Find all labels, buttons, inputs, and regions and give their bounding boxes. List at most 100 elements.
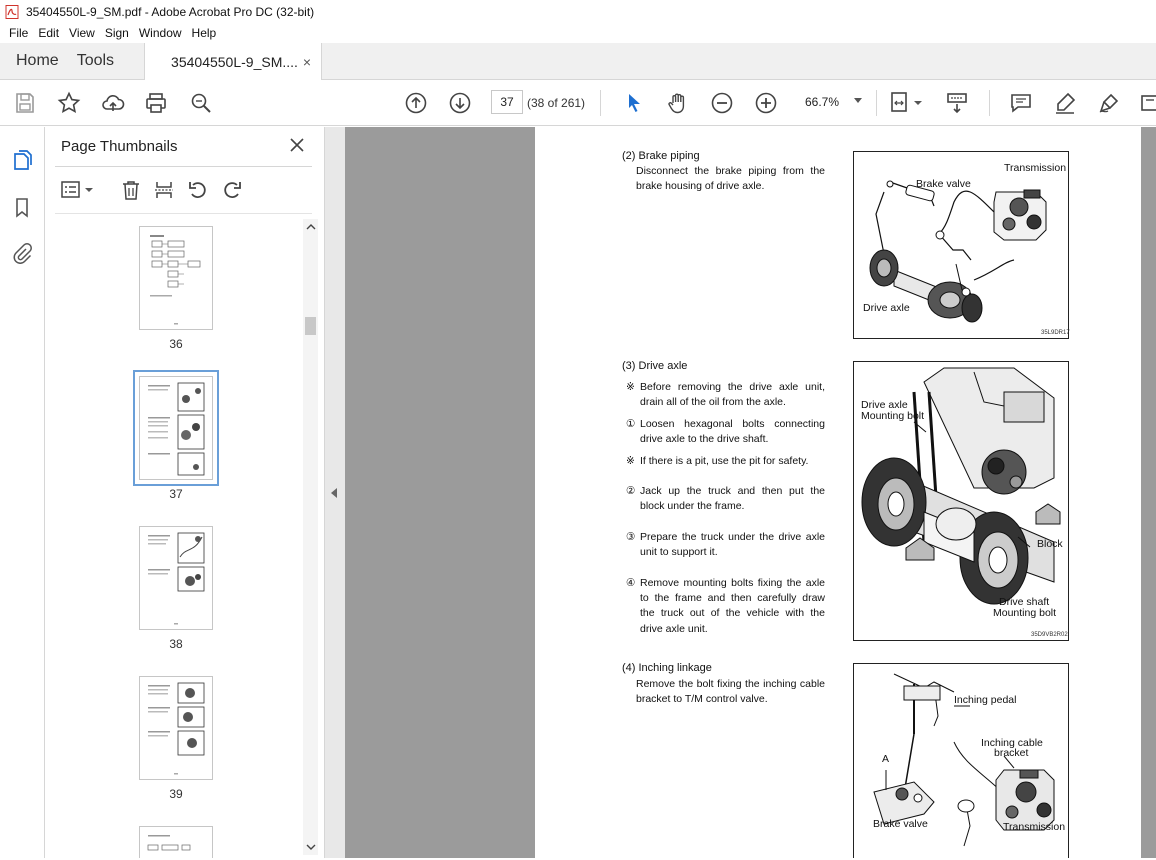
zoom-level-select[interactable]: 66.7% bbox=[796, 90, 868, 114]
menu-window[interactable]: Window bbox=[134, 26, 187, 40]
section-text: Disconnect the brake piping from the bra… bbox=[636, 165, 825, 193]
page-thumbnail-selected[interactable] bbox=[133, 370, 219, 486]
panel-divider bbox=[55, 213, 312, 214]
menu-edit[interactable]: Edit bbox=[33, 26, 64, 40]
section-title: (2) Brake piping bbox=[622, 150, 700, 162]
menu-sign[interactable]: Sign bbox=[100, 26, 134, 40]
step-text: Before removing the drive axle unit, dra… bbox=[640, 381, 825, 409]
figure-label: Inching pedal bbox=[954, 694, 1017, 706]
step-mark: ④ bbox=[626, 577, 636, 589]
figure-code: 35D9VB2R02 bbox=[1031, 632, 1068, 638]
previous-page-icon[interactable] bbox=[404, 91, 428, 115]
save-icon[interactable] bbox=[13, 91, 37, 115]
rotate-counterclockwise-icon[interactable] bbox=[187, 179, 209, 201]
page-thumbnail-preview bbox=[148, 532, 205, 625]
figure-label: Brake valve bbox=[873, 818, 928, 830]
figure-label: A bbox=[882, 753, 890, 765]
page-thumbnail[interactable] bbox=[139, 526, 213, 630]
insert-page-icon[interactable] bbox=[153, 179, 175, 201]
page-fit-icon[interactable] bbox=[890, 91, 924, 115]
step-mark: ① bbox=[626, 418, 636, 430]
brake-piping-figure: Transmission Brake valve Drive axle 35L9… bbox=[853, 151, 1070, 339]
step-mark: ※ bbox=[626, 455, 635, 467]
thumbnail-page-label: 37 bbox=[169, 487, 183, 501]
section-text: Remove the bolt fixing the inching cable… bbox=[636, 678, 825, 706]
menu-file[interactable]: File bbox=[4, 26, 33, 40]
figure-label: bracket bbox=[994, 747, 1029, 759]
find-zoom-icon[interactable] bbox=[189, 91, 213, 115]
toolbar-separator bbox=[989, 90, 990, 116]
scroll-down-icon[interactable] bbox=[306, 843, 316, 851]
page-thumbnail[interactable] bbox=[139, 826, 213, 858]
print-icon[interactable] bbox=[144, 91, 168, 115]
page-thumbnail-preview bbox=[148, 382, 205, 476]
scroll-up-icon[interactable] bbox=[306, 223, 316, 231]
hand-tool-icon[interactable] bbox=[666, 91, 690, 115]
zoom-in-icon[interactable] bbox=[754, 91, 778, 115]
highlight-pen-icon[interactable] bbox=[1053, 91, 1077, 115]
upload-cloud-icon[interactable] bbox=[101, 91, 125, 115]
page-count-label: (38 of 261) bbox=[527, 96, 586, 110]
menu-view[interactable]: View bbox=[64, 26, 100, 40]
menu-help[interactable]: Help bbox=[187, 26, 222, 40]
page-thumbnail-preview bbox=[148, 682, 205, 775]
collapse-arrow-icon bbox=[331, 488, 337, 498]
zoom-out-icon[interactable] bbox=[710, 91, 734, 115]
figure-label: Drive axle bbox=[863, 302, 910, 314]
tab-tools[interactable]: Tools bbox=[75, 43, 130, 79]
scrolling-mode-icon[interactable] bbox=[945, 91, 969, 115]
figure-label: Transmission bbox=[1004, 162, 1067, 174]
tab-home[interactable]: Home bbox=[0, 43, 75, 79]
page-thumbnails-panel: Page Thumbnails 36 37 38 39 bbox=[45, 127, 325, 858]
tab-bar: Home Tools 35404550L-9_SM.... × bbox=[0, 43, 1156, 81]
tab-document[interactable]: 35404550L-9_SM.... × bbox=[144, 43, 323, 81]
section-title: (4) Inching linkage bbox=[622, 662, 712, 674]
acrobat-app-icon bbox=[5, 4, 19, 19]
close-icon[interactable] bbox=[288, 136, 306, 154]
step-text: Remove mounting bolts fixing the axle to… bbox=[640, 577, 825, 635]
page-thumbnails-icon[interactable] bbox=[11, 149, 33, 171]
step-text: Jack up the truck and then put the block… bbox=[640, 485, 825, 513]
chevron-down-icon bbox=[854, 98, 862, 103]
step-text: If there is a pit, use the pit for safet… bbox=[640, 455, 809, 467]
inching-linkage-figure: Inching pedal Inching cable bracket A Br… bbox=[853, 663, 1069, 858]
delete-page-icon[interactable] bbox=[120, 179, 142, 201]
page-thumbnail[interactable] bbox=[139, 676, 213, 780]
bookmark-star-icon[interactable] bbox=[57, 91, 81, 115]
thumbnail-options-icon[interactable] bbox=[61, 179, 95, 201]
sign-pen-icon[interactable] bbox=[1097, 91, 1121, 115]
rotate-clockwise-icon[interactable] bbox=[221, 179, 243, 201]
figure-label: Mounting bolt bbox=[993, 607, 1057, 619]
page-thumbnail-preview bbox=[150, 235, 201, 325]
thumbnail-page-label: 38 bbox=[169, 637, 183, 651]
panel-title: Page Thumbnails bbox=[61, 138, 178, 155]
more-tools-icon[interactable] bbox=[1140, 91, 1156, 115]
scrollbar-thumb[interactable] bbox=[305, 317, 316, 335]
close-tab-icon[interactable]: × bbox=[303, 54, 311, 70]
select-cursor-icon[interactable] bbox=[622, 91, 646, 115]
figure-label: Transmission bbox=[1003, 821, 1066, 833]
next-page-icon[interactable] bbox=[448, 91, 472, 115]
page-number-input[interactable]: 37 bbox=[491, 90, 523, 114]
menu-bar: File Edit View Sign Window Help bbox=[0, 23, 1156, 43]
figure-label: Brake valve bbox=[916, 178, 971, 190]
figure-code: 35L9DR17 bbox=[1041, 330, 1070, 336]
page-thumbnail[interactable] bbox=[139, 226, 213, 330]
comment-icon[interactable] bbox=[1009, 91, 1033, 115]
panel-divider bbox=[55, 166, 312, 167]
zoom-level-value: 66.7% bbox=[805, 95, 840, 109]
step-mark: ※ bbox=[626, 381, 635, 393]
thumbnails-scrollbar[interactable] bbox=[303, 219, 318, 855]
step-text: Loosen hexagonal bolts connecting drive … bbox=[640, 418, 825, 446]
panel-collapse-handle[interactable] bbox=[325, 127, 345, 858]
document-view[interactable]: (2) Brake piping Disconnect the brake pi… bbox=[345, 127, 1156, 858]
step-mark: ② bbox=[626, 485, 636, 497]
toolbar-separator bbox=[600, 90, 601, 116]
step-text: Prepare the truck under the drive axle u… bbox=[640, 531, 825, 559]
window-title: 35404550L-9_SM.pdf - Adobe Acrobat Pro D… bbox=[26, 4, 315, 19]
left-navigation-rail bbox=[0, 127, 45, 858]
attachments-paperclip-icon[interactable] bbox=[11, 242, 33, 264]
bookmarks-icon[interactable] bbox=[11, 196, 33, 218]
title-bar: 35404550L-9_SM.pdf - Adobe Acrobat Pro D… bbox=[0, 0, 1156, 23]
figure-label: Mounting bolt bbox=[861, 410, 925, 422]
